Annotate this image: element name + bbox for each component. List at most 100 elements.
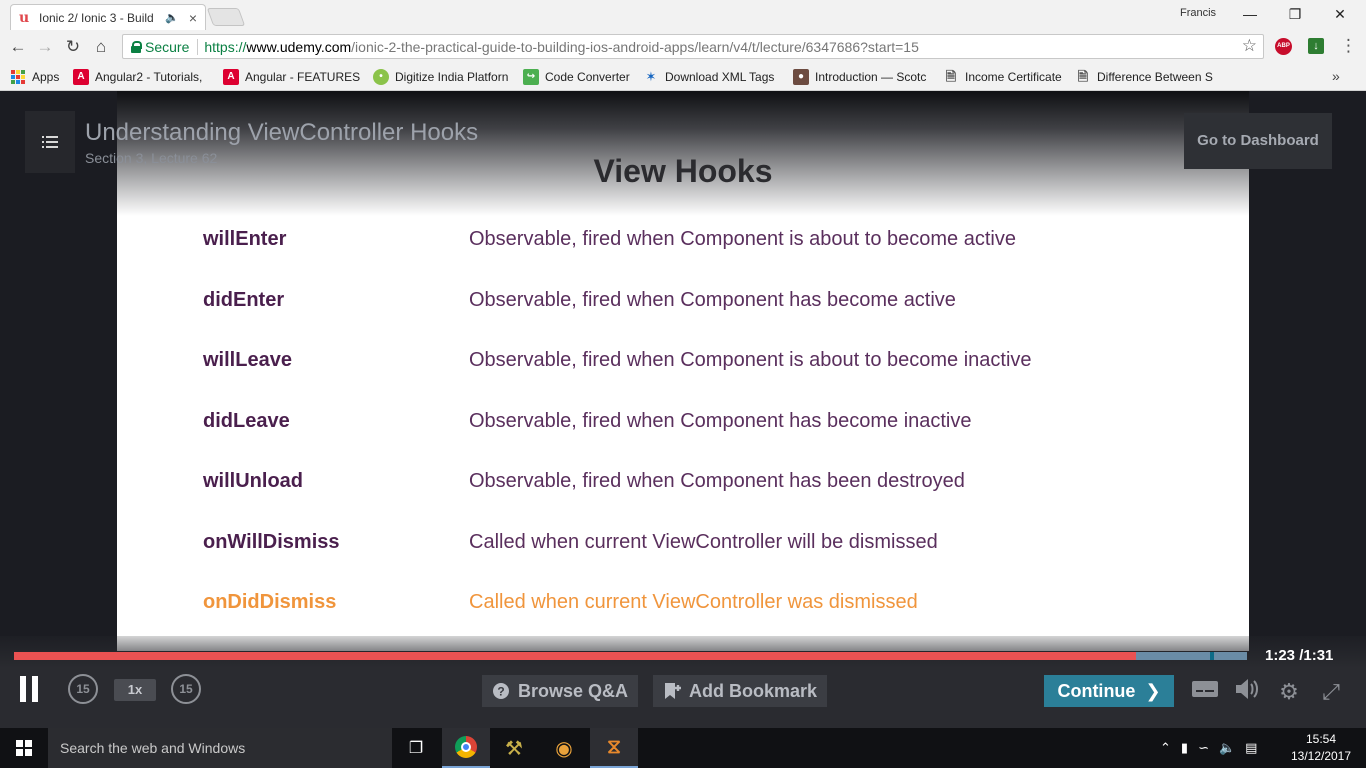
- add-bookmark-label: Add Bookmark: [689, 680, 818, 701]
- bookmarks-overflow-icon[interactable]: »: [1332, 68, 1340, 84]
- pause-button[interactable]: [20, 676, 40, 702]
- bookmark-difference-between[interactable]: 🗎 Difference Between S: [1075, 68, 1213, 86]
- hook-row: onWillDismiss Called when current ViewCo…: [203, 531, 1183, 561]
- browse-qa-label: Browse Q&A: [518, 680, 629, 701]
- windows-logo-icon: [16, 740, 32, 756]
- lecture-header: Understanding ViewController Hooks Secti…: [0, 91, 600, 186]
- url-host: www.udemy.com: [246, 38, 352, 55]
- secure-label: Secure: [145, 38, 190, 55]
- speaker-icon[interactable]: 🔈: [1219, 740, 1235, 756]
- fullscreen-icon[interactable]: ⤢: [1317, 678, 1345, 706]
- reload-icon[interactable]: ↻: [62, 36, 84, 58]
- task-view-button[interactable]: ❐: [392, 728, 440, 768]
- angular-icon: A: [223, 69, 239, 85]
- tab-title: Ionic 2/ Ionic 3 - Build: [39, 10, 154, 25]
- back-arrow-icon[interactable]: ←: [7, 36, 29, 58]
- url-protocol: https://: [204, 38, 247, 55]
- taskbar-visual-studio[interactable]: ⧖: [590, 728, 638, 768]
- download-extension-icon[interactable]: ↓: [1308, 38, 1324, 54]
- hook-name: didEnter: [203, 289, 285, 311]
- bookmark-digitize-india[interactable]: • Digitize India Platforn: [373, 68, 511, 86]
- notifications-icon[interactable]: ▤: [1245, 740, 1257, 756]
- taskbar-paint-app[interactable]: ◉: [540, 728, 588, 768]
- rewind-15-button[interactable]: 15: [68, 674, 98, 704]
- go-to-dashboard-button[interactable]: Go to Dashboard: [1184, 113, 1332, 169]
- bookmark-star-icon[interactable]: ☆: [1242, 36, 1257, 56]
- battery-icon[interactable]: ▮: [1181, 740, 1188, 756]
- taskbar-chrome[interactable]: [442, 728, 490, 768]
- bookmark-label: Introduction — Scotc: [815, 70, 927, 84]
- taskbar-clock[interactable]: 15:54 13/12/2017: [1286, 731, 1356, 765]
- hook-row: willLeave Observable, fired when Compone…: [203, 349, 1183, 379]
- code-converter-icon: ↪: [523, 69, 539, 85]
- bookmark-apps[interactable]: Apps: [10, 68, 70, 86]
- profile-name[interactable]: Francis: [1180, 7, 1216, 19]
- bookmark-code-converter[interactable]: ↪ Code Converter: [523, 68, 635, 86]
- visual-studio-icon: ⧖: [606, 735, 622, 758]
- curriculum-menu-button[interactable]: [25, 111, 75, 173]
- bookmark-download-xml[interactable]: ✶ Download XML Tags: [643, 68, 778, 86]
- hook-name: willEnter: [203, 228, 287, 250]
- video-player[interactable]: View Hooks willEnter Observable, fired w…: [0, 91, 1366, 728]
- page-icon: 🗎: [945, 69, 957, 84]
- list-icon: [42, 136, 58, 148]
- time-readout: 1:23 /1:31: [1265, 647, 1333, 664]
- hook-row: didLeave Observable, fired when Componen…: [203, 410, 1183, 440]
- volume-icon[interactable]: [1233, 678, 1261, 706]
- bookmark-label: Apps: [32, 70, 60, 84]
- lecture-subtitle: Section 3, Lecture 62: [85, 150, 218, 166]
- bookmark-angular-features[interactable]: A Angular - FEATURES: [223, 68, 360, 86]
- settings-gear-icon[interactable]: ⚙: [1275, 678, 1303, 706]
- wifi-icon[interactable]: ∽: [1198, 740, 1209, 756]
- page-icon: 🗎: [1077, 69, 1089, 84]
- question-circle-icon: ?: [492, 682, 510, 700]
- bookmark-scotch[interactable]: ● Introduction — Scotc: [793, 68, 931, 86]
- progress-marker: [1210, 652, 1214, 660]
- hook-description: Observable, fired when Component is abou…: [469, 228, 1016, 250]
- forward-15-button[interactable]: 15: [171, 674, 201, 704]
- continue-label: Continue: [1057, 680, 1136, 701]
- hook-row-highlighted: onDidDismiss Called when current ViewCon…: [203, 591, 1183, 621]
- bookmark-label: Angular - FEATURES: [245, 70, 360, 84]
- progress-fill: [14, 652, 1136, 660]
- bookmark-label: Income Certificate: [965, 70, 1062, 84]
- bookmark-label: Difference Between S: [1097, 70, 1213, 84]
- tab-strip: u Ionic 2/ Ionic 3 - Build 🔈 × Francis —…: [0, 0, 1366, 30]
- chrome-menu-icon[interactable]: ⋮: [1340, 36, 1357, 56]
- minimize-button[interactable]: —: [1235, 4, 1265, 24]
- start-button[interactable]: [0, 728, 48, 768]
- svg-text:?: ?: [497, 685, 504, 699]
- paint-app-icon: ◉: [555, 737, 573, 760]
- bookmark-angular2-tutorials[interactable]: A Angular2 - Tutorials,: [73, 68, 211, 86]
- browse-qa-button[interactable]: ? Browse Q&A: [482, 675, 639, 707]
- captions-icon[interactable]: [1191, 678, 1219, 706]
- taskbar-tools-app[interactable]: ⚒: [490, 728, 538, 768]
- tab-audio-icon[interactable]: 🔈: [165, 11, 179, 24]
- angular-icon: A: [73, 69, 89, 85]
- browser-tab[interactable]: u Ionic 2/ Ionic 3 - Build 🔈 ×: [10, 4, 206, 30]
- forward-arrow-icon[interactable]: →: [34, 36, 56, 58]
- new-tab-button[interactable]: [206, 8, 246, 26]
- taskbar-search-box[interactable]: Search the web and Windows: [48, 728, 392, 768]
- scotch-icon: ●: [793, 69, 809, 85]
- address-bar[interactable]: Secure https:// www.udemy.com /ionic-2-t…: [122, 34, 1264, 59]
- close-window-button[interactable]: ✕: [1325, 4, 1355, 24]
- hook-description: Observable, fired when Component has bec…: [469, 289, 956, 311]
- lock-icon: [131, 40, 142, 53]
- hook-description: Observable, fired when Component is abou…: [469, 349, 1032, 371]
- progress-bar[interactable]: [14, 652, 1247, 660]
- continue-button[interactable]: Continue ❯: [1044, 675, 1174, 707]
- clock-time: 15:54: [1305, 732, 1337, 746]
- add-bookmark-button[interactable]: Add Bookmark: [653, 675, 828, 707]
- tray-chevron-up-icon[interactable]: ⌃: [1160, 740, 1171, 756]
- adblock-plus-icon[interactable]: ABP: [1275, 38, 1292, 55]
- udemy-favicon-icon: u: [19, 9, 30, 26]
- playback-speed-button[interactable]: 1x: [114, 679, 156, 701]
- tab-close-icon[interactable]: ×: [189, 10, 197, 26]
- bookmark-label: Code Converter: [545, 70, 630, 84]
- restore-button[interactable]: ❐: [1280, 4, 1310, 24]
- bookmark-income-certificate[interactable]: 🗎 Income Certificate: [943, 68, 1068, 86]
- home-icon[interactable]: ⌂: [90, 36, 112, 58]
- bookmark-plus-icon: [663, 682, 681, 700]
- hook-name: onWillDismiss: [203, 531, 340, 553]
